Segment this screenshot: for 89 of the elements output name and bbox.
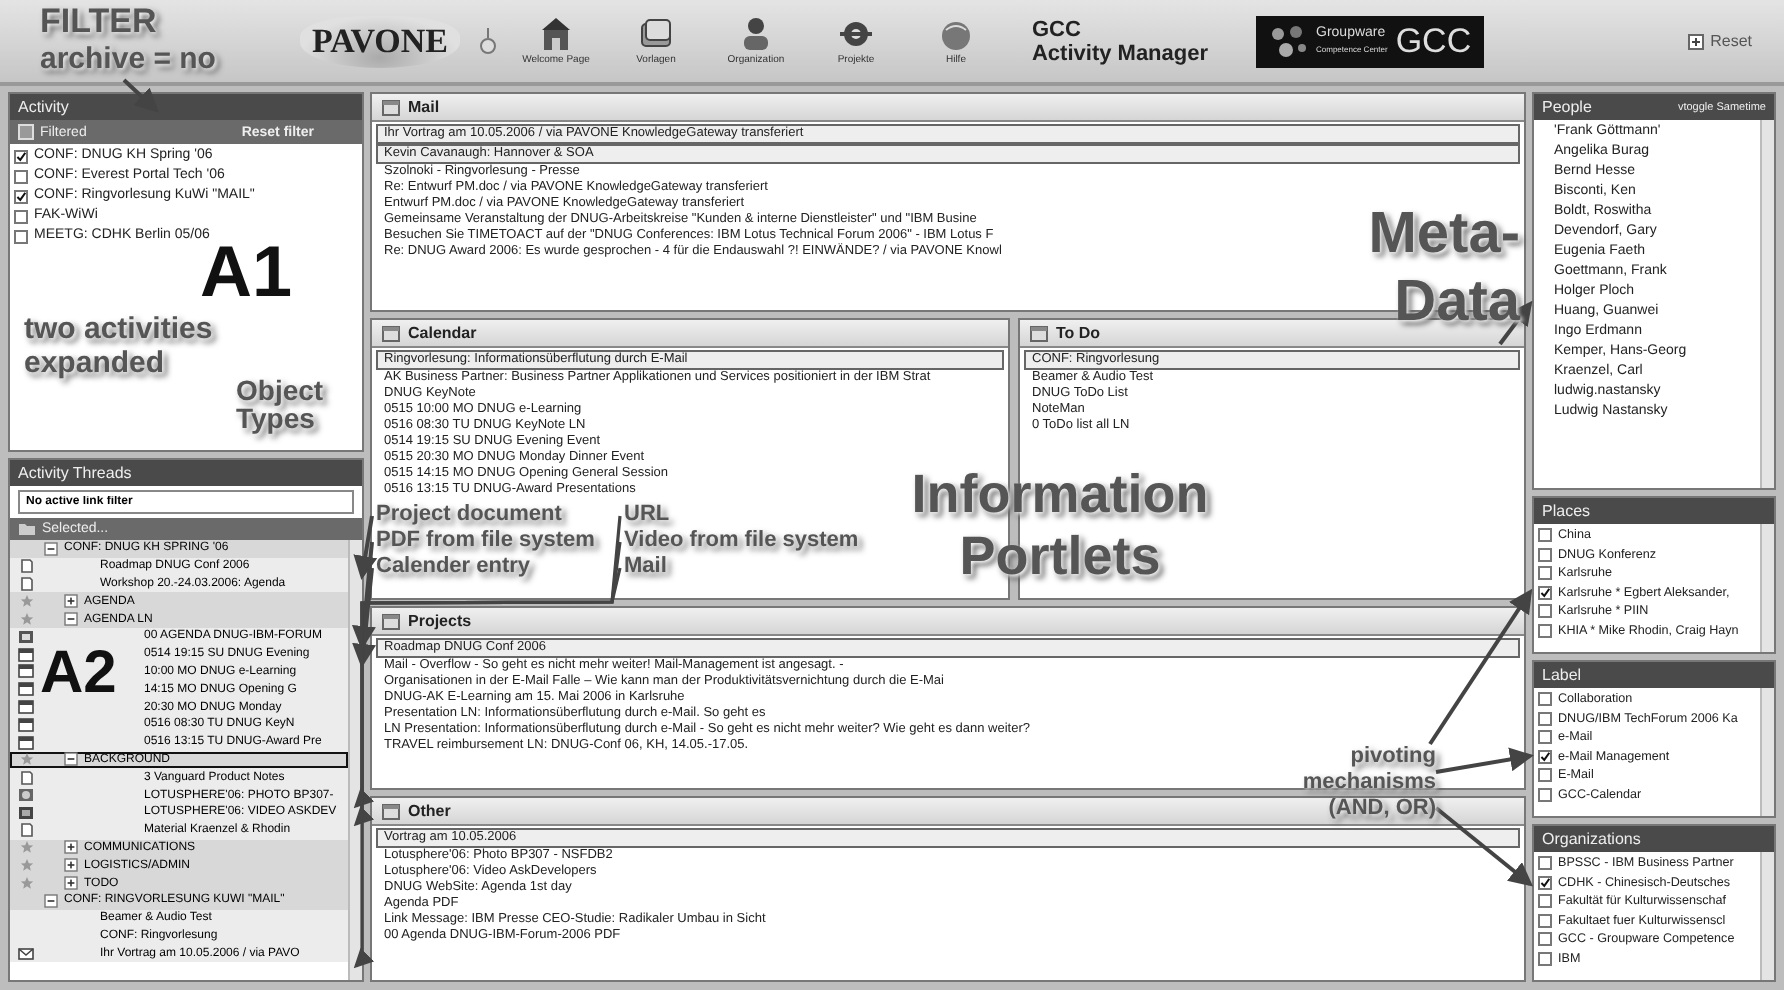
checkbox[interactable] — [1538, 528, 1552, 543]
collapse-icon[interactable] — [44, 541, 58, 556]
annotation: Video from file system — [624, 530, 859, 552]
checkbox[interactable] — [1538, 604, 1552, 619]
scrollbar[interactable] — [1760, 524, 1774, 652]
checkbox[interactable] — [1538, 566, 1552, 581]
portlet-icon — [382, 99, 400, 115]
document-icon — [19, 822, 33, 839]
portlet-title: Projects — [408, 612, 472, 630]
document-icon — [19, 769, 33, 786]
portlet-title: To Do — [1056, 324, 1101, 342]
reset-icon — [1688, 33, 1705, 49]
film-icon — [18, 805, 34, 820]
checkbox[interactable] — [1538, 787, 1552, 802]
annotation: Object Types — [236, 376, 326, 432]
checkbox[interactable] — [14, 169, 28, 183]
annotation: FILTER — [40, 4, 157, 38]
panel-title: Organizations — [1542, 830, 1641, 848]
star-icon — [19, 594, 33, 609]
checkbox[interactable] — [1538, 913, 1552, 928]
checkbox[interactable] — [1538, 623, 1552, 638]
collapse-icon[interactable] — [44, 893, 58, 908]
annotation: A1 — [200, 236, 293, 308]
annotation: two activities expanded — [24, 312, 215, 380]
globe-icon — [937, 16, 974, 52]
annotation: Calender entry — [376, 556, 531, 578]
app-title: GCC Activity Manager — [1031, 17, 1209, 65]
portlet-icon — [1030, 325, 1048, 341]
scrollbar[interactable] — [1760, 852, 1774, 980]
annotation: pivoting mechanisms (AND, OR) — [1300, 744, 1436, 822]
annotation: PDF from file system — [376, 530, 595, 552]
portlet-icon — [382, 613, 400, 629]
checkbox[interactable] — [1538, 768, 1552, 783]
expand-icon[interactable] — [64, 858, 78, 873]
annotation: Mail — [624, 556, 667, 578]
portlet-title: Calendar — [408, 324, 477, 342]
checkbox[interactable] — [14, 189, 28, 203]
scrollbar[interactable] — [1760, 120, 1774, 488]
star-icon — [19, 840, 33, 855]
star-icon — [19, 612, 33, 627]
portlet-icon — [382, 325, 400, 341]
scrollbar[interactable] — [1760, 688, 1774, 816]
network-icon — [1268, 23, 1309, 59]
portlet-icon — [382, 803, 400, 819]
panel-title: Activity — [18, 98, 69, 116]
annotation: Project document — [376, 504, 562, 526]
reset-button[interactable]: Reset — [1676, 30, 1764, 52]
envelope-icon — [18, 947, 34, 960]
calendar-icon — [18, 735, 34, 750]
collapse-icon[interactable] — [64, 612, 78, 627]
logo: PAVONE — [300, 15, 460, 67]
panel-title: Places — [1542, 502, 1591, 520]
checkbox[interactable] — [1538, 894, 1552, 909]
checkbox[interactable] — [1538, 547, 1552, 562]
checkbox[interactable] — [1538, 749, 1552, 764]
file-icon — [18, 629, 34, 644]
panel-title: Label — [1542, 666, 1582, 684]
portlet-title: Other — [408, 802, 451, 820]
checkbox[interactable] — [1538, 585, 1552, 600]
collapse-icon[interactable] — [64, 752, 78, 767]
annotation: archive = no — [40, 44, 216, 74]
expand-icon[interactable] — [64, 840, 78, 855]
checkbox[interactable] — [1538, 692, 1552, 707]
checkbox[interactable] — [14, 209, 28, 223]
expand-icon[interactable] — [64, 876, 78, 891]
checkbox[interactable] — [1538, 932, 1552, 947]
checkbox[interactable] — [1538, 711, 1552, 726]
portlet-title: Mail — [408, 98, 440, 116]
document-stack-icon — [637, 16, 674, 52]
building-icon — [537, 16, 574, 52]
star-icon — [19, 876, 33, 891]
filter-icon — [18, 124, 34, 140]
star-icon — [19, 752, 33, 767]
globe-icon — [18, 788, 34, 803]
checkbox[interactable] — [1538, 730, 1552, 745]
panel-title: Activity Threads — [18, 464, 132, 482]
calendar-icon — [18, 682, 34, 697]
checkbox[interactable] — [14, 229, 28, 243]
gear-icon — [837, 16, 874, 52]
folder-icon — [18, 522, 36, 536]
checkbox[interactable] — [1538, 951, 1552, 966]
checkbox[interactable] — [14, 149, 28, 163]
checkbox[interactable] — [1538, 856, 1552, 871]
expand-icon[interactable] — [64, 594, 78, 609]
panel-title: People — [1542, 98, 1592, 116]
lamp-icon — [479, 27, 496, 55]
star-icon — [19, 858, 33, 873]
checkbox[interactable] — [1538, 875, 1552, 890]
annotation: URL — [624, 504, 670, 526]
